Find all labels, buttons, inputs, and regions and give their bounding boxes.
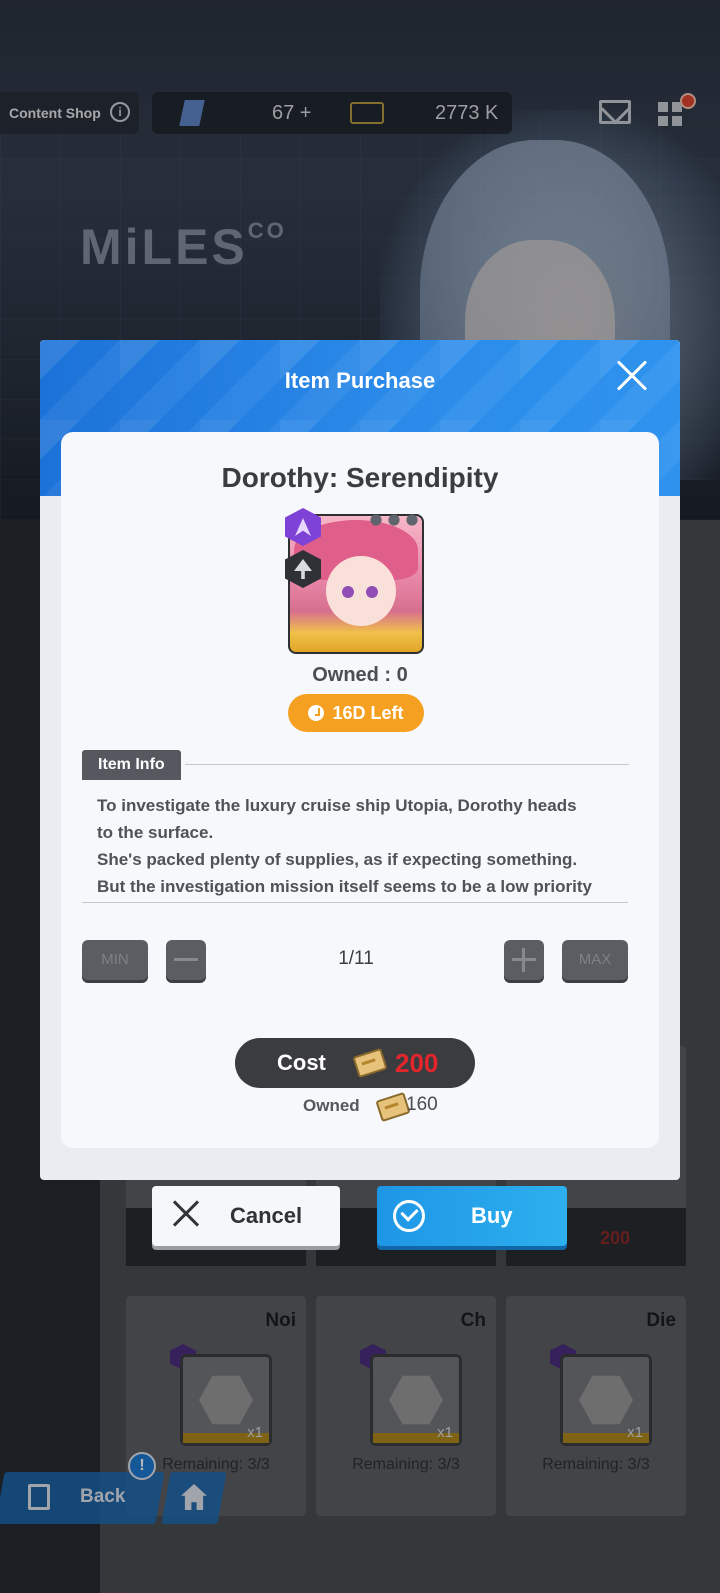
dialog-content: Dorothy: Serendipity Owned : 0 16D Left … [61,432,659,1148]
cost-display: Cost 200 [235,1038,475,1088]
quantity-value: 1/11 [338,948,374,969]
burst-skill-icon [285,508,321,546]
check-icon [393,1200,425,1232]
minus-icon[interactable] [166,940,206,980]
time-left-badge: 16D Left [288,694,424,732]
owned-currency-label: Owned [303,1096,360,1115]
cancel-button[interactable]: Cancel [152,1186,340,1246]
max-button[interactable]: MAX [562,940,628,980]
class-icon [285,550,321,588]
cost-label: Cost [277,1050,326,1075]
clock-icon [308,705,325,721]
close-icon [172,1200,200,1228]
description-line: to the surface. [97,823,214,842]
description-line: She's packed plenty of supplies, as if e… [97,850,578,869]
buy-button[interactable]: Buy [377,1186,567,1246]
dialog-title: Item Purchase [284,368,436,393]
close-icon[interactable] [614,358,650,394]
owned-count: Owned : 0 [312,664,408,686]
plus-icon[interactable] [504,940,544,980]
item-info-tab: Item Info [82,750,181,780]
divider [82,902,628,903]
cancel-label: Cancel [230,1203,303,1228]
min-button[interactable]: MIN [82,940,148,980]
item-purchase-dialog: Item Purchase Dorothy: Serendipity Owned… [40,340,680,1180]
item-description: To investigate the luxury cruise ship Ut… [97,792,637,900]
rank-stars-icon [367,512,423,528]
cost-value: 200 [395,1048,439,1078]
divider [185,764,629,765]
ticket-icon [352,1047,388,1079]
description-line: But the investigation mission itself see… [97,877,592,896]
item-name: Dorothy: Serendipity [221,462,499,493]
buy-label: Buy [471,1203,513,1228]
owned-currency-value: 160 [406,1094,438,1115]
description-line: To investigate the luxury cruise ship Ut… [97,796,577,815]
